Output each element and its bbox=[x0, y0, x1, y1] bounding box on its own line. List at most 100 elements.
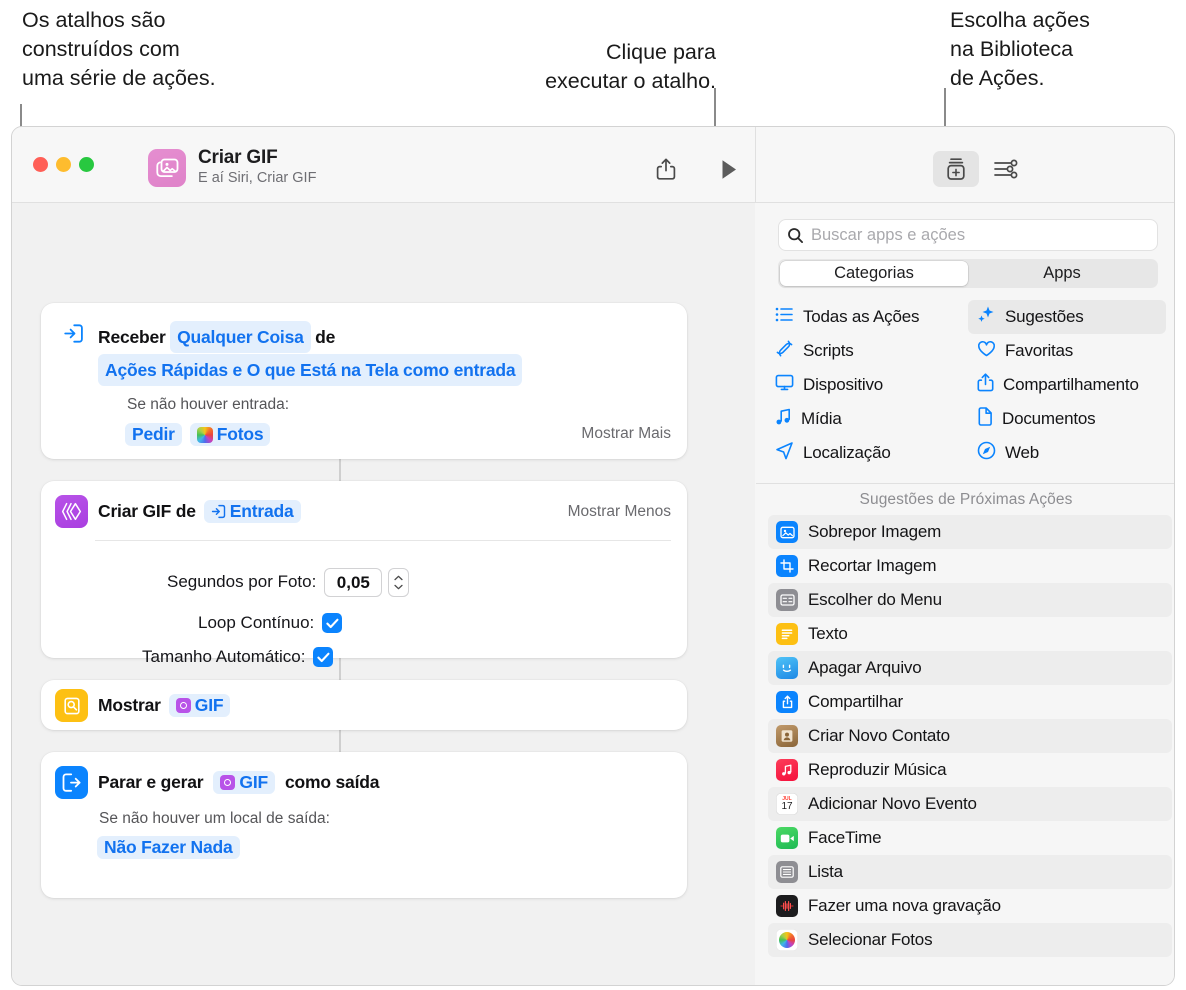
category-item-midia[interactable]: Mídia bbox=[766, 402, 968, 436]
category-item-web[interactable]: Web bbox=[968, 436, 1166, 470]
shortcut-app-icon bbox=[148, 149, 186, 187]
shortcuts-window: Criar GIF E aí Siri, Criar GIF Receber Q… bbox=[11, 126, 1175, 986]
list-item[interactable]: Criar Novo Contato bbox=[768, 719, 1172, 753]
callout-left-text: Os atalhos são construídos com uma série… bbox=[22, 8, 216, 90]
list-item[interactable]: JUL 17 Adicionar Novo Evento bbox=[768, 787, 1172, 821]
traffic-lights bbox=[33, 157, 94, 172]
compass-icon bbox=[977, 441, 996, 465]
sparkles-icon bbox=[977, 305, 996, 329]
category-item-compartilhamento[interactable]: Compartilhamento bbox=[968, 368, 1166, 402]
list-item[interactable]: Lista bbox=[768, 855, 1172, 889]
share-icon[interactable] bbox=[649, 153, 683, 185]
action-title-word: Receber bbox=[98, 327, 166, 347]
finder-icon bbox=[776, 657, 798, 679]
share-icon bbox=[776, 691, 798, 713]
seconds-per-photo-input[interactable]: 0,05 bbox=[324, 567, 383, 597]
menu-choose-icon bbox=[776, 589, 798, 611]
show-more-toggle[interactable]: Mostrar Mais bbox=[581, 425, 671, 443]
tab-apps[interactable]: Apps bbox=[968, 261, 1156, 286]
photos-icon bbox=[196, 426, 213, 443]
create-gif-icon bbox=[55, 495, 88, 528]
action-sub-label: Se não houver um local de saída: bbox=[99, 810, 330, 827]
callout-middle-text: Clique para executar o atalho. bbox=[545, 40, 716, 93]
shortcut-editor-canvas: Receber Qualquer Coisa de Ações Rápidas … bbox=[12, 203, 755, 985]
crop-image-icon bbox=[776, 555, 798, 577]
show-less-toggle[interactable]: Mostrar Menos bbox=[568, 503, 671, 521]
fallback-token-photos[interactable]: Fotos bbox=[189, 423, 271, 446]
library-segmented-control[interactable]: Categorias Apps bbox=[778, 259, 1158, 288]
fallback-token-do-nothing[interactable]: Não Fazer Nada bbox=[97, 836, 240, 859]
search-input[interactable]: Buscar apps e ações bbox=[811, 226, 965, 245]
category-item-sugestoes[interactable]: Sugestões bbox=[968, 300, 1166, 334]
heart-icon bbox=[977, 340, 996, 363]
fallback-token-ask[interactable]: Pedir bbox=[125, 423, 182, 446]
list-item[interactable]: FaceTime bbox=[768, 821, 1172, 855]
category-grid: Todas as Ações Sugestões Scripts Favorit… bbox=[766, 300, 1166, 470]
gif-variable-icon bbox=[220, 775, 236, 790]
action-card-create-gif[interactable]: Criar GIF de Entrada Mostrar Menos Segun… bbox=[41, 481, 687, 667]
category-item-dispositivo[interactable]: Dispositivo bbox=[766, 368, 968, 402]
list-item[interactable]: Reproduzir Música bbox=[768, 753, 1172, 787]
action-token-gif-output[interactable]: GIF bbox=[213, 771, 275, 794]
action-title-word: Criar GIF de bbox=[98, 501, 196, 521]
overlay-image-icon bbox=[776, 521, 798, 543]
action-connector bbox=[339, 730, 341, 752]
input-arrow-icon bbox=[211, 504, 226, 519]
action-connector bbox=[339, 459, 341, 481]
share-icon bbox=[977, 373, 994, 397]
music-note-icon bbox=[775, 408, 792, 431]
list-icon bbox=[776, 861, 798, 883]
category-item-documentos[interactable]: Documentos bbox=[968, 402, 1166, 436]
action-card-receive[interactable]: Receber Qualquer Coisa de Ações Rápidas … bbox=[41, 303, 687, 459]
tab-categorias[interactable]: Categorias bbox=[780, 261, 968, 286]
gif-variable-icon bbox=[175, 698, 191, 713]
seconds-per-photo-stepper[interactable] bbox=[388, 567, 410, 597]
quick-look-icon bbox=[55, 689, 88, 722]
action-token-gif[interactable]: GIF bbox=[168, 694, 231, 717]
action-token-anything[interactable]: Qualquer Coisa bbox=[170, 321, 311, 353]
play-icon[interactable] bbox=[712, 153, 746, 185]
list-item[interactable]: Recortar Imagem bbox=[768, 549, 1172, 583]
action-library-icon[interactable] bbox=[933, 151, 979, 187]
param-label-loop: Loop Contínuo: bbox=[198, 613, 315, 632]
list-item[interactable]: Compartilhar bbox=[768, 685, 1172, 719]
location-arrow-icon bbox=[775, 441, 794, 465]
callout-right-text: Escolha ações na Biblioteca de Ações. bbox=[950, 8, 1090, 90]
list-item[interactable]: Apagar Arquivo bbox=[768, 651, 1172, 685]
sliders-icon[interactable] bbox=[988, 153, 1024, 185]
list-item[interactable]: Fazer uma nova gravação bbox=[768, 889, 1172, 923]
list-item[interactable]: Texto bbox=[768, 617, 1172, 651]
list-item[interactable]: Selecionar Fotos bbox=[768, 923, 1172, 957]
action-card-stop-output[interactable]: Parar e gerar GIF como saída Se não houv… bbox=[41, 752, 687, 898]
scroll-icon bbox=[775, 339, 794, 363]
photos-icon bbox=[776, 929, 798, 951]
page-title: Criar GIF bbox=[198, 147, 278, 168]
window-title-block: Criar GIF E aí Siri, Criar GIF bbox=[198, 147, 316, 186]
autosize-checkbox[interactable] bbox=[313, 647, 334, 667]
suggestions-header: Sugestões de Próximas Ações bbox=[859, 491, 1073, 508]
window-toolbar: Criar GIF E aí Siri, Criar GIF bbox=[12, 127, 1174, 203]
list-item[interactable]: Escolher do Menu bbox=[768, 583, 1172, 617]
category-item-scripts[interactable]: Scripts bbox=[766, 334, 968, 368]
action-sub-label: Se não houver entrada: bbox=[127, 396, 290, 413]
category-item-todas-as-acoes[interactable]: Todas as Ações bbox=[766, 300, 968, 334]
action-card-quick-look[interactable]: Mostrar GIF bbox=[41, 680, 687, 730]
action-title-word: Mostrar bbox=[98, 695, 161, 715]
contacts-icon bbox=[776, 725, 798, 747]
voice-memos-icon bbox=[776, 895, 798, 917]
action-title-word: de bbox=[315, 327, 336, 347]
loop-checkbox[interactable] bbox=[322, 613, 343, 633]
close-button[interactable] bbox=[33, 157, 48, 172]
category-item-localizacao[interactable]: Localização bbox=[766, 436, 968, 470]
action-token-source[interactable]: Ações Rápidas e O que Está na Tela como … bbox=[98, 354, 523, 386]
window-subtitle: E aí Siri, Criar GIF bbox=[198, 170, 317, 186]
document-icon bbox=[977, 407, 993, 431]
list-item[interactable]: Sobrepor Imagem bbox=[768, 515, 1172, 549]
action-token-input[interactable]: Entrada bbox=[203, 500, 301, 523]
zoom-button[interactable] bbox=[79, 157, 94, 172]
search-field-wrapper[interactable]: Buscar apps e ações bbox=[778, 219, 1158, 251]
category-item-favoritas[interactable]: Favoritas bbox=[968, 334, 1166, 368]
minimize-button[interactable] bbox=[56, 157, 71, 172]
music-icon bbox=[776, 759, 798, 781]
search-icon bbox=[787, 227, 804, 244]
